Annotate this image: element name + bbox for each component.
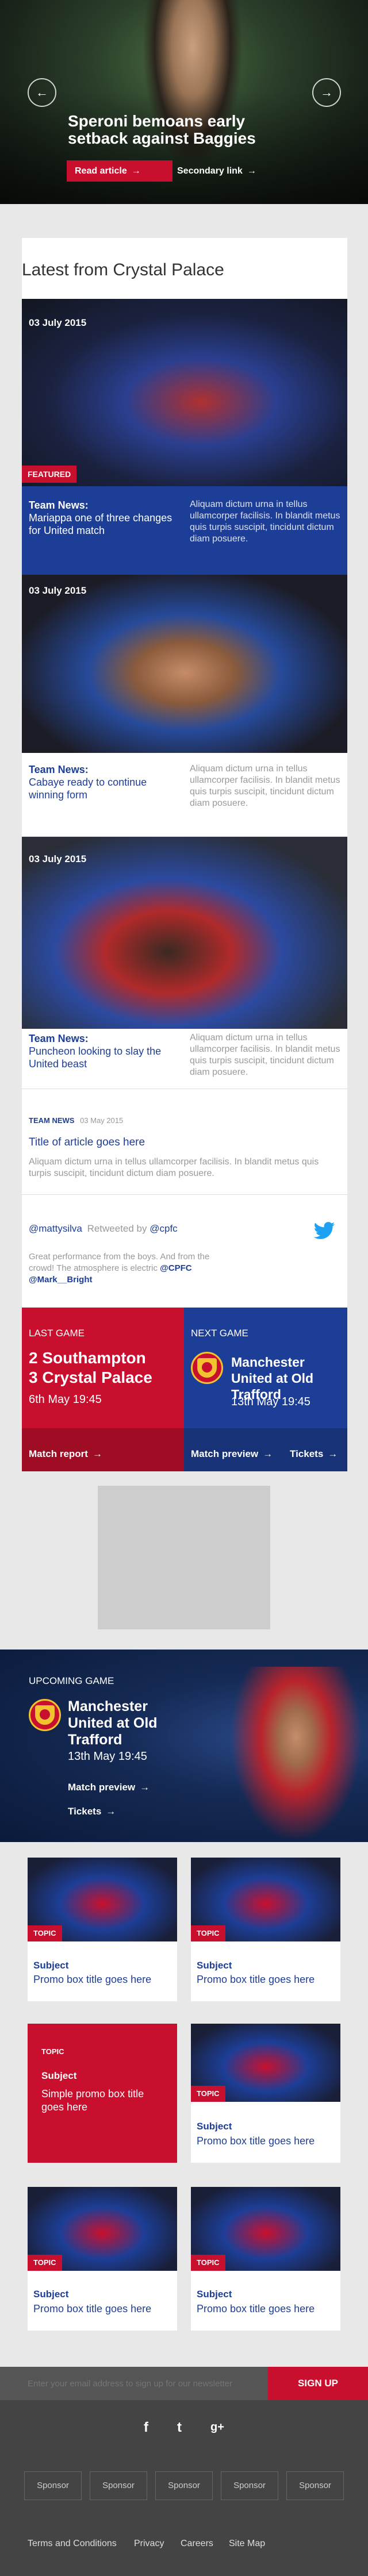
next-game-label: NEXT GAME	[191, 1328, 248, 1339]
tweet-mention[interactable]: @CPFC	[160, 1263, 191, 1273]
promo-title[interactable]: Promo box title goes here	[33, 2303, 171, 2315]
upcoming-tickets-link[interactable]: Tickets →	[68, 1806, 116, 1817]
promo-box[interactable]	[28, 2271, 177, 2331]
upcoming-game-date: 13th May 19:45	[68, 1750, 147, 1763]
advert-slot[interactable]	[98, 1486, 270, 1629]
retweeter-handle[interactable]: @cpfc	[150, 1223, 177, 1234]
arrow-right-icon: →	[106, 1806, 116, 1817]
last-game-label: LAST GAME	[29, 1328, 85, 1339]
read-article-button[interactable]: Read article →	[67, 160, 172, 182]
topic-badge: TOPIC	[191, 2255, 225, 2271]
news-kicker: Team News:	[29, 499, 89, 511]
upcoming-player-image	[230, 1667, 362, 1842]
match-preview-link[interactable]: Match preview →	[191, 1448, 273, 1460]
tickets-link[interactable]: Tickets →	[290, 1448, 338, 1460]
sponsor-logo[interactable]: Sponsor	[155, 2471, 213, 2500]
twitter-icon[interactable]: t	[177, 2420, 182, 2436]
promo-subject: Subject	[41, 2070, 77, 2081]
upcoming-game-team: Manchester United at Old Trafford	[68, 1698, 158, 1748]
topic-badge: TOPIC	[28, 2255, 62, 2271]
news-headline[interactable]: Cabaye ready to continue winning form	[29, 776, 181, 801]
arrow-left-icon: ←	[36, 85, 48, 99]
article-summary: Aliquam dictum urna in tellus ullamcorpe…	[29, 1157, 319, 1178]
news-headline[interactable]: Mariappa one of three changes for United…	[29, 512, 181, 537]
topic-badge: TOPIC	[191, 1925, 225, 1941]
secondary-link[interactable]: Secondary link →	[177, 160, 256, 182]
featured-badge: FEATURED	[22, 466, 77, 483]
promo-title[interactable]: Promo box title goes here	[197, 2303, 335, 2315]
arrow-right-icon: →	[320, 85, 333, 99]
facebook-icon[interactable]: f	[144, 2420, 148, 2436]
news-kicker: Team News:	[29, 764, 89, 775]
last-game-home: 2 Southampton	[29, 1349, 146, 1367]
tweet-mention[interactable]: @Mark__Bright	[29, 1275, 93, 1285]
promo-box[interactable]	[191, 2271, 340, 2331]
news-summary: Aliquam dictum urna in tellus ullamcorpe…	[190, 499, 340, 544]
news-kicker: Team News:	[29, 1033, 89, 1044]
topic-badge: TOPIC	[28, 1925, 62, 1941]
arrow-right-icon: →	[263, 1448, 273, 1459]
arrow-right-icon: →	[92, 1448, 102, 1459]
manchester-united-crest-icon	[191, 1352, 223, 1384]
promo-box[interactable]	[28, 1941, 177, 2001]
twitter-icon[interactable]	[312, 1220, 337, 1243]
news-image[interactable]	[22, 837, 347, 1029]
upcoming-game-label: UPCOMING GAME	[29, 1675, 114, 1686]
promo-subject: Subject	[197, 2121, 232, 2132]
google-plus-icon[interactable]: g+	[210, 2421, 224, 2434]
sponsor-logo[interactable]: Sponsor	[221, 2471, 278, 2500]
hero-banner: ← → Speroni bemoans early setback agains…	[0, 0, 368, 204]
section-title: Latest from Crystal Palace	[22, 260, 224, 279]
promo-title[interactable]: Promo box title goes here	[197, 1974, 335, 1986]
footer-link-privacy[interactable]: Privacy	[134, 2539, 164, 2549]
retweeted-label: Retweeted by	[87, 1223, 147, 1234]
sponsor-logo[interactable]: Sponsor	[24, 2471, 82, 2500]
newsletter-email-input[interactable]	[0, 2367, 268, 2400]
news-date: 03 July 2015	[29, 317, 87, 328]
article-title[interactable]: Title of article goes here	[29, 1136, 145, 1149]
topic-badge: TOPIC	[191, 2086, 225, 2102]
tweet-handle[interactable]: @mattysilva	[29, 1223, 82, 1234]
previous-slide-button[interactable]: ←	[28, 78, 56, 107]
arrow-right-icon: →	[247, 166, 256, 176]
promo-subject: Subject	[33, 1960, 69, 1971]
promo-title[interactable]: Promo box title goes here	[33, 1974, 171, 1986]
match-report-link[interactable]: Match report →	[29, 1448, 102, 1460]
promo-subject: Subject	[197, 2289, 232, 2300]
footer-link-terms[interactable]: Terms and Conditions	[28, 2539, 117, 2549]
last-game-away: 3 Crystal Palace	[29, 1368, 152, 1386]
hero-title: Speroni bemoans early setback against Ba…	[68, 112, 256, 147]
sponsor-logo[interactable]: Sponsor	[286, 2471, 344, 2500]
promo-subject: Subject	[33, 2289, 69, 2300]
topic-badge: TOPIC	[41, 2047, 64, 2056]
promo-box[interactable]	[191, 1941, 340, 2001]
upcoming-match-preview-link[interactable]: Match preview →	[68, 1782, 150, 1793]
news-image[interactable]	[22, 575, 347, 753]
promo-title[interactable]: Simple promo box title goes here	[41, 2087, 162, 2114]
article-date: 03 May 2015	[80, 1116, 124, 1125]
sponsor-logo[interactable]: Sponsor	[90, 2471, 147, 2500]
news-headline[interactable]: Puncheon looking to slay the United beas…	[29, 1045, 181, 1070]
promo-box[interactable]	[191, 2102, 340, 2163]
next-game-date: 13th May 19:45	[231, 1395, 310, 1408]
arrow-right-icon: →	[140, 1782, 150, 1793]
footer-link-careers[interactable]: Careers	[181, 2539, 213, 2549]
manchester-united-crest-icon	[29, 1699, 61, 1731]
footer-link-sitemap[interactable]: Site Map	[229, 2539, 265, 2549]
next-slide-button[interactable]: →	[312, 78, 341, 107]
last-game-date: 6th May 19:45	[29, 1393, 102, 1406]
promo-subject: Subject	[197, 1960, 232, 1971]
sign-up-button[interactable]: SIGN UP	[268, 2367, 368, 2400]
arrow-right-icon: →	[131, 166, 141, 176]
news-date: 03 July 2015	[29, 853, 87, 864]
promo-title[interactable]: Promo box title goes here	[197, 2135, 335, 2147]
arrow-right-icon: →	[328, 1448, 338, 1459]
tweet-text: Great performance from the boys. And fro…	[29, 1252, 210, 1285]
news-summary: Aliquam dictum urna in tellus ullamcorpe…	[190, 1033, 340, 1077]
news-summary: Aliquam dictum urna in tellus ullamcorpe…	[190, 764, 340, 808]
article-kicker: TEAM NEWS	[29, 1116, 75, 1125]
news-date: 03 July 2015	[29, 585, 87, 596]
